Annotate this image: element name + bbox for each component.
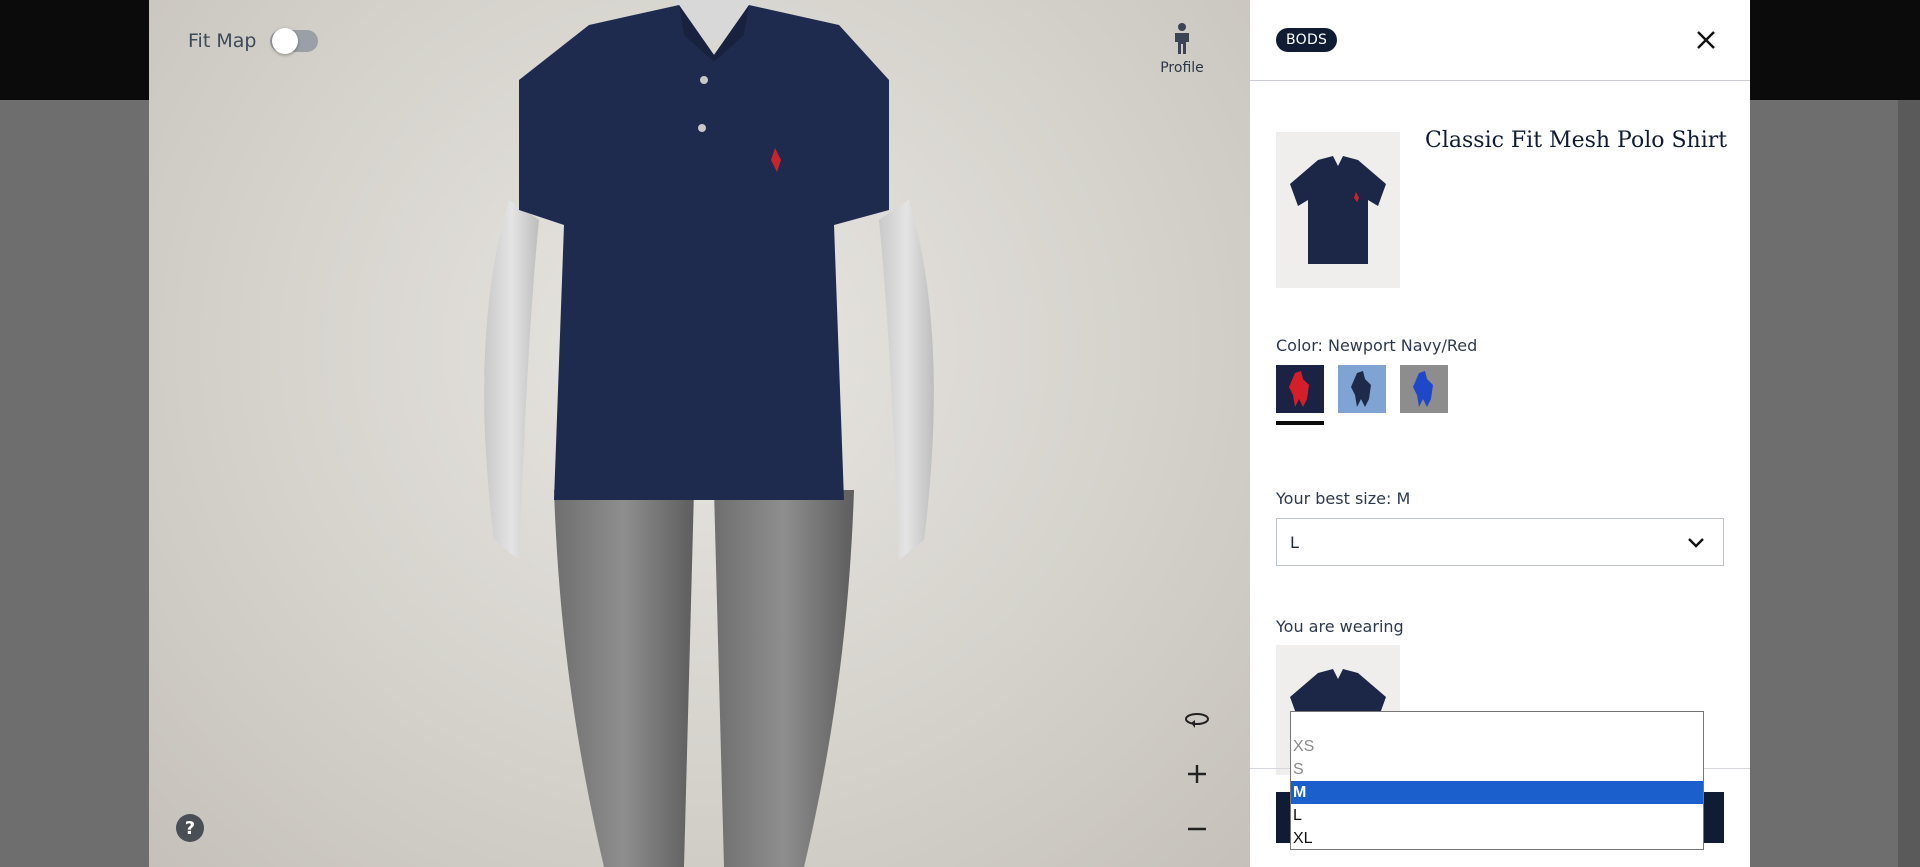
size-dropdown-list: XS S M L XL (1290, 711, 1704, 850)
person-icon (1175, 23, 1189, 54)
pony-logo-icon (1351, 371, 1371, 407)
page-scrollbar[interactable] (1898, 100, 1920, 867)
best-size-label: Your best size: M (1276, 489, 1411, 508)
help-button[interactable]: ? (176, 814, 204, 842)
close-icon (1697, 31, 1715, 49)
size-option-xl[interactable]: XL (1291, 827, 1703, 850)
avatar-model (484, 0, 934, 867)
swatch-grey-heather[interactable] (1400, 365, 1448, 413)
rotate-icon (1185, 713, 1209, 728)
swatch-newport-navy-red[interactable] (1276, 365, 1324, 413)
zoom-in-button[interactable] (1177, 754, 1217, 794)
avatar-viewer[interactable]: Fit Map Profile ? (149, 0, 1250, 867)
pony-logo-icon (1413, 371, 1433, 407)
polo-shirt-image (1290, 156, 1386, 264)
panel-header: BODS (1250, 0, 1750, 81)
size-select[interactable]: L (1276, 518, 1724, 566)
size-option-xs[interactable]: XS (1291, 735, 1703, 758)
color-label: Color: Newport Navy/Red (1276, 336, 1478, 355)
profile-button[interactable]: Profile (1152, 22, 1212, 76)
close-button[interactable] (1690, 24, 1722, 56)
chevron-down-icon (1688, 538, 1704, 548)
profile-label: Profile (1160, 60, 1204, 76)
size-option-m[interactable]: M (1291, 781, 1703, 804)
size-option-blank[interactable] (1291, 712, 1703, 735)
rotate-button[interactable] (1177, 700, 1217, 740)
size-select-value: L (1290, 533, 1299, 552)
fit-map-toggle[interactable] (270, 28, 319, 54)
fit-map-label: Fit Map (188, 30, 257, 52)
product-title: Classic Fit Mesh Polo Shirt (1425, 128, 1728, 153)
pony-logo-icon (1289, 371, 1309, 407)
fit-map-control: Fit Map (188, 28, 319, 54)
plus-icon (1188, 765, 1206, 783)
swatch-light-blue[interactable] (1338, 365, 1386, 413)
size-option-s[interactable]: S (1291, 758, 1703, 781)
size-option-l[interactable]: L (1291, 804, 1703, 827)
product-image (1276, 132, 1400, 288)
selected-swatch-indicator (1276, 421, 1324, 425)
toggle-knob (272, 28, 299, 54)
zoom-out-button[interactable] (1177, 809, 1217, 849)
minus-icon (1188, 827, 1206, 831)
brand-logo: BODS (1276, 28, 1338, 52)
wearing-label: You are wearing (1276, 617, 1404, 636)
